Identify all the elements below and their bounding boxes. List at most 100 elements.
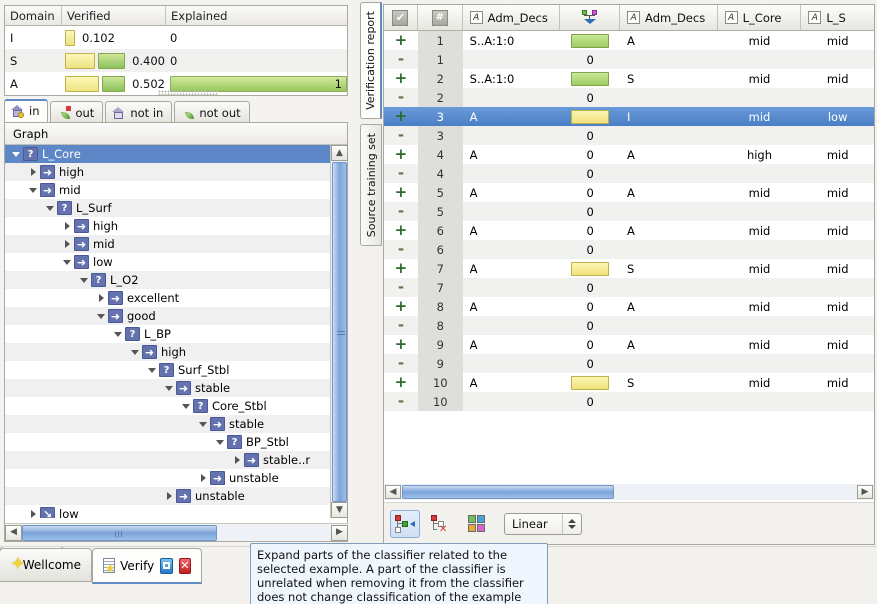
table-row[interactable]: -5 0 — [384, 202, 874, 221]
tree-node[interactable]: ➜ high — [5, 343, 330, 361]
collapse-triangle-icon[interactable] — [162, 379, 176, 397]
tree-horizontal-scrollbar[interactable]: ◀ ▶ — [5, 523, 348, 541]
table-row[interactable]: +2 S..A:1:0 Smid mid — [384, 69, 874, 88]
tree-node[interactable]: ➜ high — [5, 163, 330, 181]
expand-triangle-icon[interactable] — [94, 289, 108, 307]
expand-row-button[interactable]: + — [384, 145, 418, 164]
expand-row-button[interactable]: + — [384, 373, 418, 392]
expand-triangle-icon[interactable] — [26, 505, 40, 518]
collapse-row-button[interactable]: - — [384, 278, 418, 297]
column-header-select[interactable]: ✔ — [384, 5, 418, 30]
tree-node[interactable]: ? Core_Stbl — [5, 397, 330, 415]
scroll-down-button[interactable]: ▼ — [331, 502, 348, 518]
column-header-cluster[interactable] — [560, 5, 621, 30]
horizontal-scroll-thumb[interactable] — [22, 524, 217, 541]
collapse-triangle-icon[interactable] — [9, 145, 23, 163]
scroll-left-button[interactable]: ◀ — [5, 524, 22, 541]
expand-row-button[interactable]: + — [384, 107, 418, 126]
collapse-triangle-icon[interactable] — [60, 253, 74, 271]
column-header-verified[interactable]: Verified — [61, 6, 165, 25]
scroll-right-button[interactable]: ▶ — [857, 485, 873, 499]
table-row[interactable]: -6 0 — [384, 240, 874, 259]
table-horizontal-scrollbar[interactable]: ◀ ▶ — [384, 484, 874, 500]
column-header-explained[interactable]: Explained — [165, 6, 347, 25]
table-row[interactable]: +7 A Smid mid — [384, 259, 874, 278]
collapse-triangle-icon[interactable] — [26, 181, 40, 199]
collapse-triangle-icon[interactable] — [94, 307, 108, 325]
vertical-scroll-thumb[interactable] — [332, 162, 347, 502]
collapse-row-button[interactable]: - — [384, 50, 418, 69]
tree-node[interactable]: ➜ stable — [5, 415, 330, 433]
scroll-right-button[interactable]: ▶ — [331, 524, 348, 541]
tab-verification-report[interactable]: Verification report — [360, 2, 382, 119]
column-header-domain[interactable]: Domain — [5, 6, 61, 25]
collapse-row-button[interactable]: - — [384, 202, 418, 221]
collapse-triangle-icon[interactable] — [145, 361, 159, 379]
expand-row-button[interactable]: + — [384, 69, 418, 88]
collapse-row-button[interactable]: - — [384, 88, 418, 107]
table-row[interactable]: -3 0 — [384, 126, 874, 145]
collapse-row-button[interactable]: - — [384, 126, 418, 145]
expand-triangle-icon[interactable] — [60, 235, 74, 253]
tree-node[interactable]: ? L_O2 — [5, 271, 330, 289]
table-row[interactable]: +6 A 0 Amid mid — [384, 221, 874, 240]
tree-node[interactable]: ➜ mid — [5, 181, 330, 199]
table-row[interactable]: +3 A Imid low — [384, 107, 874, 126]
expand-row-button[interactable]: + — [384, 31, 418, 50]
restore-button[interactable] — [160, 557, 173, 574]
collapse-row-button[interactable]: - — [384, 164, 418, 183]
collapse-triangle-icon[interactable] — [43, 199, 57, 217]
scroll-left-button[interactable]: ◀ — [385, 485, 401, 499]
expand-triangle-icon[interactable] — [196, 469, 210, 487]
column-header-adm-decs-1[interactable]: A Adm_Decs — [463, 5, 561, 30]
table-row[interactable]: +9 A 0 Amid mid — [384, 335, 874, 354]
expand-row-button[interactable]: + — [384, 183, 418, 202]
table-row[interactable]: -8 0 — [384, 316, 874, 335]
column-header-l-s[interactable]: A L_S — [801, 5, 874, 30]
tree-node[interactable]: ↘ low — [5, 505, 330, 518]
expand-row-button[interactable]: + — [384, 335, 418, 354]
tree-node[interactable]: ➜ stable — [5, 379, 330, 397]
table-row[interactable]: +4 A 0 Ahigh mid — [384, 145, 874, 164]
tree-node[interactable]: ➜ unstable — [5, 469, 330, 487]
expand-triangle-icon[interactable] — [26, 163, 40, 181]
column-header-index[interactable]: # — [418, 5, 463, 30]
column-header-adm-decs-2[interactable]: A Adm_Decs — [620, 5, 718, 30]
tree-vertical-scrollbar[interactable]: ▲ ▼ — [330, 145, 348, 518]
scroll-up-button[interactable]: ▲ — [331, 145, 348, 161]
tree-node[interactable]: ? L_BP — [5, 325, 330, 343]
expand-row-button[interactable]: + — [384, 221, 418, 240]
chevron-updown-icon[interactable] — [563, 518, 581, 529]
tree-node[interactable]: ? BP_Stbl — [5, 433, 330, 451]
puzzle-button[interactable] — [462, 510, 492, 538]
table-row[interactable]: -1 0 — [384, 50, 874, 69]
expand-row-button[interactable]: + — [384, 297, 418, 316]
table-row[interactable]: +5 A 0 Amid mid — [384, 183, 874, 202]
tree-node[interactable]: ➜ mid — [5, 235, 330, 253]
expand-triangle-icon[interactable] — [162, 487, 176, 505]
collapse-row-button[interactable]: - — [384, 316, 418, 335]
table-row[interactable]: -9 0 — [384, 354, 874, 373]
horizontal-scroll-track[interactable] — [22, 524, 331, 541]
horizontal-scroll-track[interactable] — [402, 485, 856, 499]
remove-node-button[interactable]: ✕ — [426, 510, 456, 538]
splitter-handle[interactable] — [158, 90, 218, 95]
collapse-row-button[interactable]: - — [384, 240, 418, 259]
tree-node[interactable]: ? L_Core — [5, 145, 330, 163]
tree-node[interactable]: ➜ good — [5, 307, 330, 325]
collapse-triangle-icon[interactable] — [111, 325, 125, 343]
tree-node[interactable]: ? Surf_Stbl — [5, 361, 330, 379]
tab-in[interactable]: in — [4, 99, 49, 123]
collapse-triangle-icon[interactable] — [196, 415, 210, 433]
collapse-row-button[interactable]: - — [384, 354, 418, 373]
taskbar-tab-verify[interactable]: ★ Verify ✕ — [92, 548, 202, 584]
domain-row[interactable]: S 0.400 0 — [5, 49, 347, 72]
tab-out[interactable]: out — [50, 101, 104, 123]
tree-node[interactable]: ➜ stable..r — [5, 451, 330, 469]
tree-node[interactable]: ➜ unstable — [5, 487, 330, 505]
scale-combobox[interactable]: Linear — [504, 512, 582, 535]
tab-not-out[interactable]: not out — [174, 101, 250, 123]
table-row[interactable]: +8 A 0 Amid mid — [384, 297, 874, 316]
tree-node[interactable]: ➜ excellent — [5, 289, 330, 307]
expand-triangle-icon[interactable] — [230, 451, 244, 469]
